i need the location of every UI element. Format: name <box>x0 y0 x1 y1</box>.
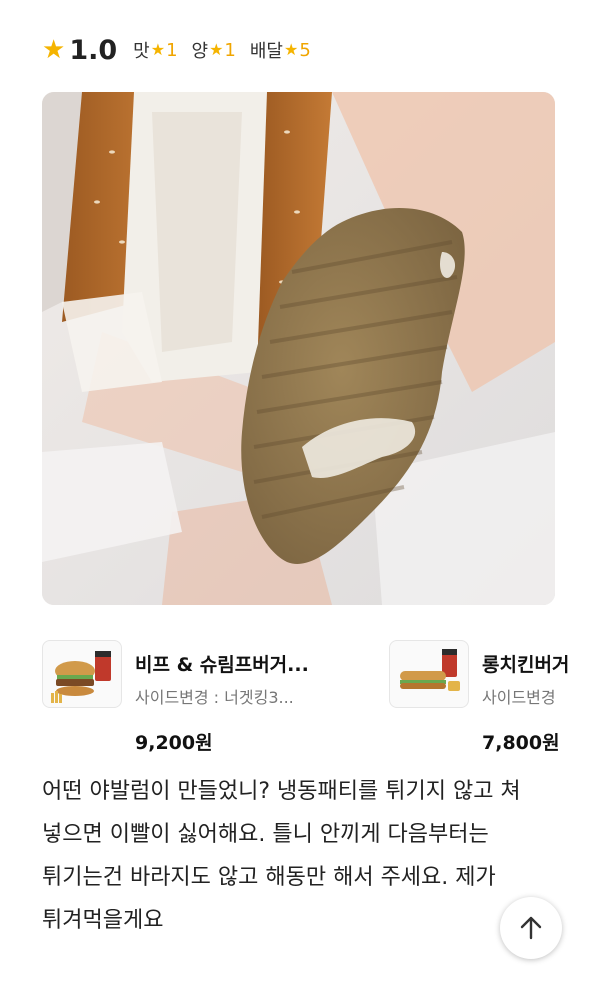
menu-item-option: 사이드변경 : 너겟킹3... <box>135 688 294 707</box>
rating-quantity-label: 양 <box>191 41 209 62</box>
menu-item-name: 비프 & 슈림프버거... <box>135 654 309 676</box>
arrow-up-icon <box>520 916 542 940</box>
burger-set-icon <box>42 640 122 708</box>
overall-rating: 1.0 <box>69 34 118 66</box>
menu-item-option: 사이드변경 <box>482 688 556 707</box>
rating-quantity-value: 1 <box>224 39 236 61</box>
menu-item-name: 롱치킨버거 <box>482 654 570 676</box>
long-chicken-burger-icon <box>389 640 469 708</box>
rating-delivery-label: 배달 <box>249 41 283 62</box>
star-icon: ★ <box>284 40 299 59</box>
review-text: 어떤 야발럼이 만들었니? 냉동패티를 튀기지 않고 쳐 넣으면 이빨이 싫어해… <box>42 779 521 933</box>
rating-taste-value: 1 <box>166 39 178 61</box>
rating-taste-label: 맛 <box>133 41 150 62</box>
review-photo-image <box>42 92 555 605</box>
rating-row: ★ 1.0 맛 ★ 1 양 ★ 1 배달 ★ 5 <box>42 30 319 70</box>
star-icon: ★ <box>209 40 224 59</box>
menu-item-card[interactable]: 비프 & 슈림프버거... 사이드변경 : 너겟킹3... 9,200원 <box>42 640 382 760</box>
menu-item-price: 7,800원 <box>482 732 560 754</box>
rating-delivery-value: 5 <box>299 39 311 61</box>
scroll-to-top-button[interactable] <box>500 897 562 959</box>
star-icon: ★ <box>150 40 166 59</box>
menu-item-card[interactable]: 롱치킨버거 사이드변경 7,800원 <box>389 640 600 760</box>
review-photo[interactable] <box>42 92 555 605</box>
menu-item-price: 9,200원 <box>135 732 213 754</box>
star-icon: ★ <box>42 35 66 65</box>
